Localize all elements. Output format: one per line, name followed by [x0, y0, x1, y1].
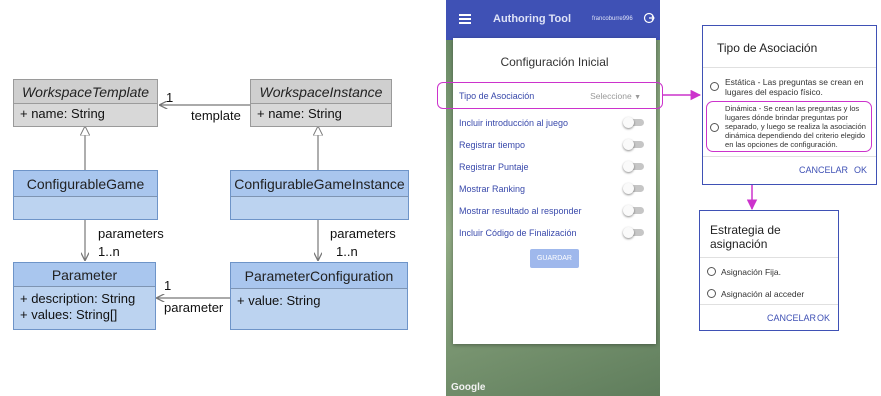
option-row[interactable]: Incluir Código de Finalización: [459, 224, 649, 242]
multiplicity-right: 1..n: [336, 244, 358, 259]
radio-asignacion-acceder[interactable]: [707, 289, 716, 298]
parameter-class: Parameter + description: String + values…: [13, 262, 156, 330]
parameter-configuration-class: ParameterConfiguration + value: String: [230, 262, 408, 330]
template-multiplicity: 1: [166, 90, 174, 105]
option-row[interactable]: Registrar tiempo: [459, 136, 649, 154]
parameters-role-label-left: parameters: [98, 226, 164, 241]
toggle-switch[interactable]: [623, 117, 645, 128]
class-attribute: + value: String: [237, 293, 321, 308]
parameter-role-label: parameter: [164, 300, 224, 315]
class-name: WorkspaceTemplate: [14, 80, 157, 104]
ok-button[interactable]: OK: [854, 165, 867, 175]
option-estatica: Estática - Las preguntas se crean en lug…: [725, 77, 864, 97]
option-label: Registrar Puntaje: [459, 162, 529, 172]
toggle-switch[interactable]: [623, 161, 645, 172]
toggle-switch[interactable]: [623, 227, 645, 238]
option-label: Incluir introducción al juego: [459, 118, 569, 128]
class-attribute: + name: String: [257, 106, 342, 121]
option-row[interactable]: Mostrar Ranking: [459, 180, 649, 198]
toggle-switch[interactable]: [623, 139, 645, 150]
class-name: Parameter: [14, 263, 155, 287]
parameters-role-label-right: parameters: [330, 226, 396, 241]
ok-button[interactable]: OK: [817, 313, 830, 323]
option-row[interactable]: Incluir introducción al juego: [459, 114, 649, 132]
option-label: Mostrar resultado al responder: [459, 206, 582, 216]
radio-estatica[interactable]: [710, 82, 719, 91]
option-dinamica: Dinámica - Se crean las preguntas y los …: [725, 104, 866, 149]
dialog-title: Configuración Inicial: [500, 55, 609, 69]
multiplicity-left: 1..n: [98, 244, 120, 259]
map-watermark: Google: [451, 382, 486, 393]
tipo-asociacion-dialog: Tipo de Asociación Estática - Las pregun…: [702, 25, 877, 185]
option-row[interactable]: Registrar Puntaje: [459, 158, 649, 176]
phone-screen: Google Authoring Tool francoburre996 Con…: [446, 0, 660, 396]
option-asignacion-acceder: Asignación al acceder: [721, 289, 805, 299]
radio-asignacion-fija[interactable]: [707, 267, 716, 276]
template-role-label: template: [191, 108, 241, 123]
estrategia-dialog: Estrategia de asignación Asignación Fija…: [699, 210, 839, 331]
dialog-title: Tipo de Asociación: [717, 41, 818, 55]
toggle-switch[interactable]: [623, 205, 645, 216]
class-name: WorkspaceInstance: [251, 80, 391, 104]
username: francoburre996: [592, 16, 633, 22]
app-bar: Authoring Tool francoburre996: [446, 0, 660, 40]
option-row[interactable]: Mostrar resultado al responder: [459, 202, 649, 220]
configurable-game-instance-class: ConfigurableGameInstance: [230, 170, 409, 220]
option-label: Registrar tiempo: [459, 140, 526, 150]
dialog-title: Estrategia de asignación: [710, 223, 781, 251]
option-label: Mostrar Ranking: [459, 184, 526, 194]
menu-icon[interactable]: [459, 14, 471, 24]
guardar-button[interactable]: GUARDAR: [530, 249, 579, 268]
workspace-template-class: WorkspaceTemplate + name: String: [13, 79, 158, 127]
app-title: Authoring Tool: [493, 13, 571, 25]
class-attribute: + values: String[]: [20, 307, 118, 322]
configurable-game-class: ConfigurableGame: [13, 170, 158, 220]
class-attribute: + description: String: [20, 291, 136, 306]
radio-dinamica[interactable]: [710, 123, 719, 132]
parameter-multiplicity: 1: [164, 278, 172, 293]
cancel-button[interactable]: CANCELAR: [767, 313, 816, 323]
workspace-instance-class: WorkspaceInstance + name: String: [250, 79, 392, 127]
option-label: Incluir Código de Finalización: [459, 228, 577, 238]
highlight-box-tipo: [437, 82, 663, 109]
class-name: ConfigurableGameInstance: [231, 171, 408, 197]
option-asignacion-fija: Asignación Fija.: [721, 267, 782, 277]
class-name: ParameterConfiguration: [231, 263, 407, 289]
toggle-switch[interactable]: [623, 183, 645, 194]
logout-icon[interactable]: [643, 12, 655, 24]
cancel-button[interactable]: CANCELAR: [799, 165, 848, 175]
class-name: ConfigurableGame: [14, 171, 157, 197]
class-attribute: + name: String: [20, 106, 105, 121]
